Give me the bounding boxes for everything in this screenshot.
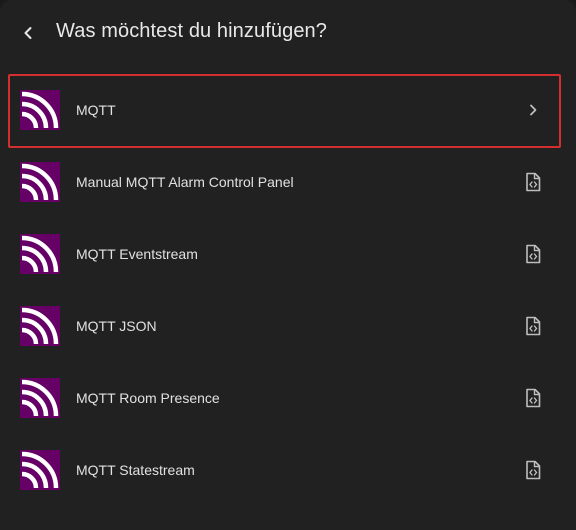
list-item-mqtt-eventstream[interactable]: MQTT Eventstream bbox=[0, 218, 576, 290]
back-button[interactable] bbox=[12, 17, 44, 49]
file-code-icon bbox=[521, 458, 545, 482]
file-code-icon bbox=[521, 170, 545, 194]
list-item-mqtt[interactable]: MQTT bbox=[0, 74, 576, 148]
list-item-manual-mqtt-alarm-control-panel[interactable]: Manual MQTT Alarm Control Panel bbox=[0, 146, 576, 218]
file-code-icon bbox=[521, 314, 545, 338]
add-integration-dialog: Was möchtest du hinzufügen? MQTT Manual … bbox=[0, 0, 576, 530]
mqtt-logo bbox=[20, 162, 60, 202]
dialog-header: Was möchtest du hinzufügen? bbox=[0, 0, 576, 64]
mqtt-logo bbox=[20, 234, 60, 274]
chevron-left-icon bbox=[24, 27, 32, 39]
mqtt-logo bbox=[20, 306, 60, 346]
integration-list: MQTT Manual MQTT Alarm Control Panel MQT… bbox=[0, 74, 576, 506]
mqtt-logo bbox=[20, 450, 60, 490]
mqtt-logo bbox=[20, 378, 60, 418]
file-code-icon bbox=[521, 242, 545, 266]
list-item-mqtt-statestream[interactable]: MQTT Statestream bbox=[0, 434, 576, 506]
chevron-right-icon bbox=[521, 98, 545, 122]
list-item-label: MQTT JSON bbox=[76, 318, 157, 334]
dialog-title: Was möchtest du hinzufügen? bbox=[56, 20, 328, 42]
list-item-label: MQTT Statestream bbox=[76, 462, 195, 478]
list-item-label: Manual MQTT Alarm Control Panel bbox=[76, 174, 294, 190]
file-code-icon bbox=[521, 386, 545, 410]
list-item-label: MQTT Room Presence bbox=[76, 390, 220, 406]
list-item-mqtt-json[interactable]: MQTT JSON bbox=[0, 290, 576, 362]
list-item-mqtt-room-presence[interactable]: MQTT Room Presence bbox=[0, 362, 576, 434]
list-item-label: MQTT Eventstream bbox=[76, 246, 198, 262]
list-item-label: MQTT bbox=[76, 102, 116, 118]
mqtt-logo bbox=[20, 90, 60, 130]
